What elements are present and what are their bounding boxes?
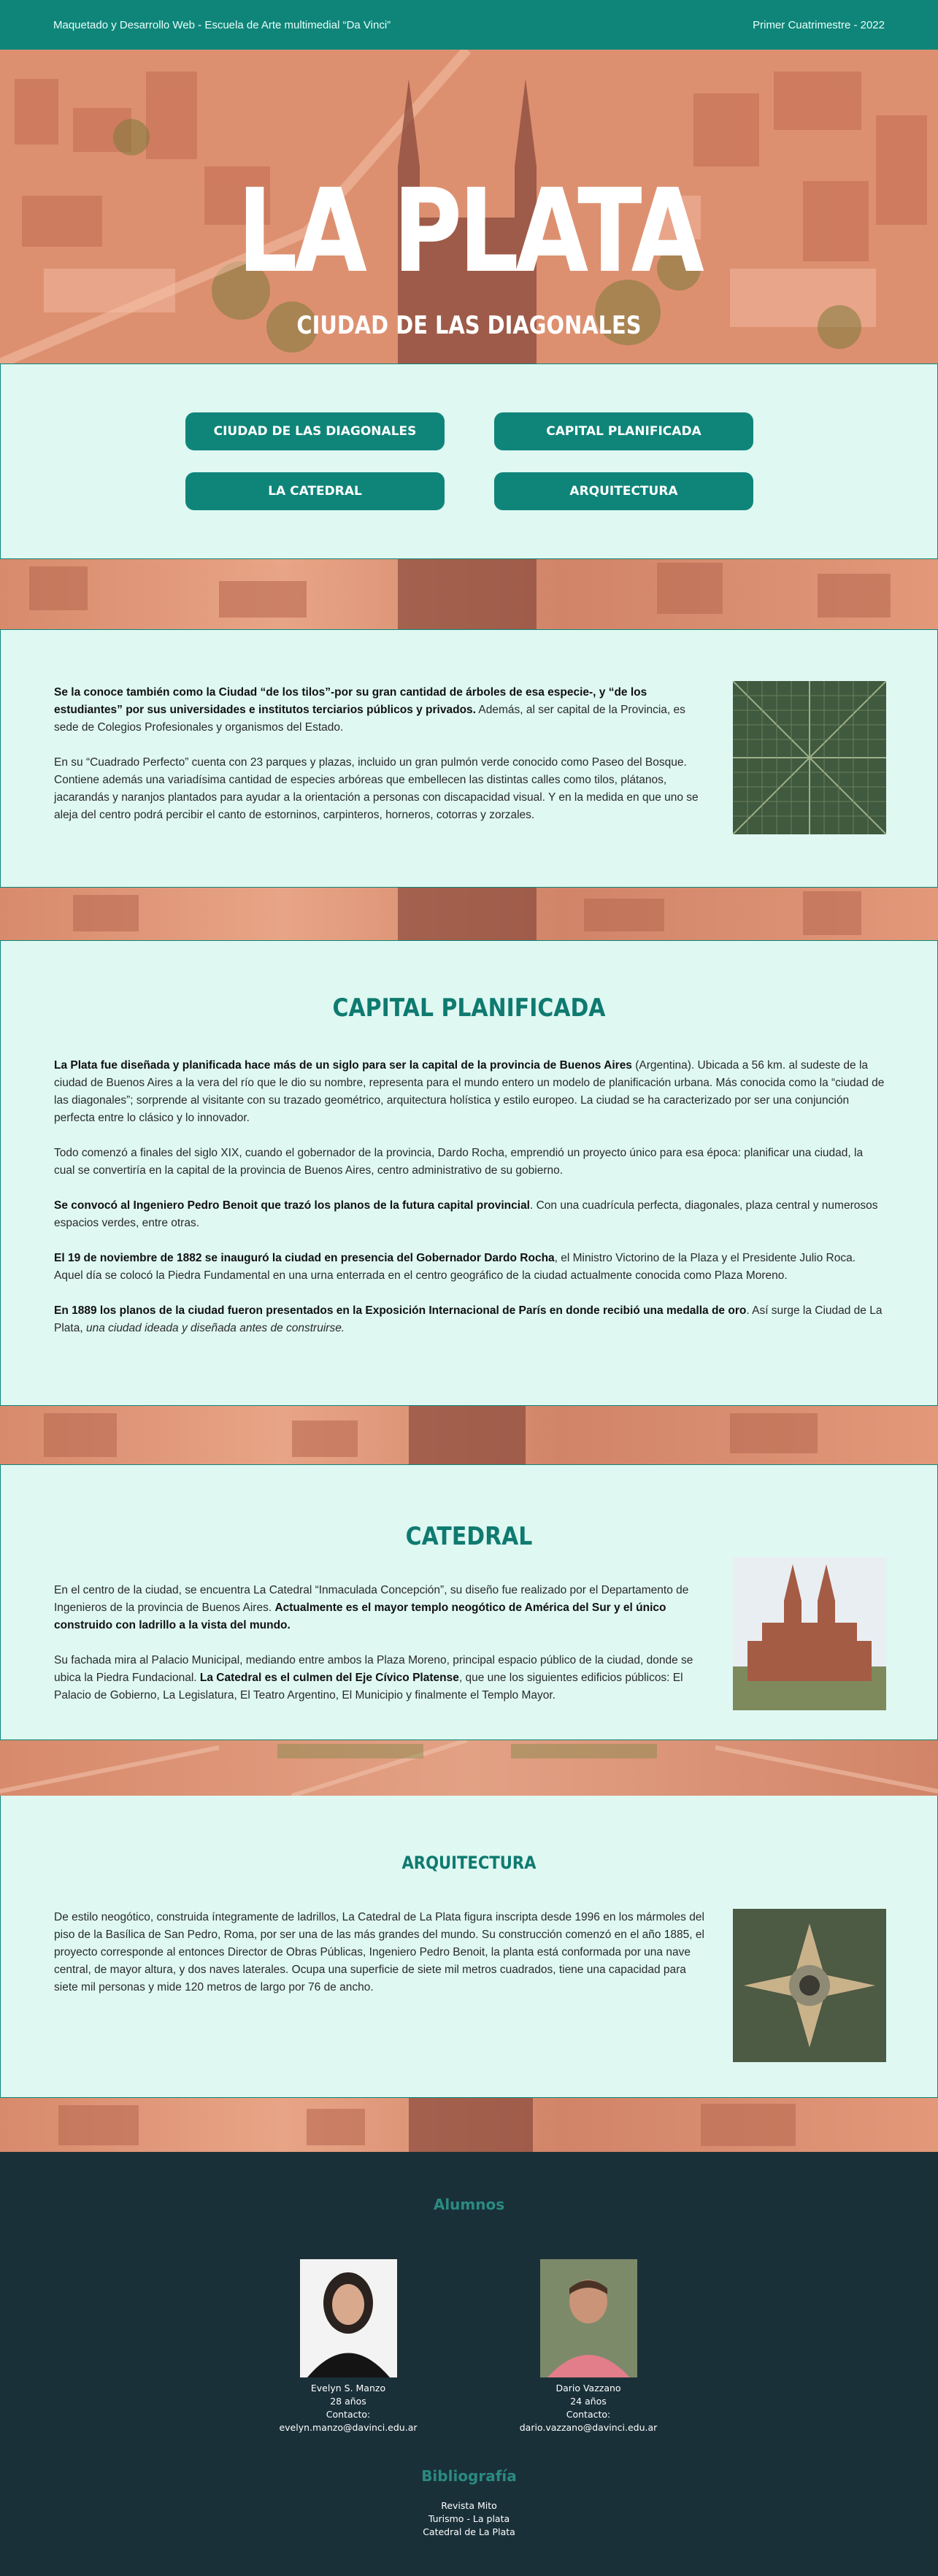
intro-paragraph-2: En su “Cuadrado Perfecto” cuenta con 23 … [54,756,699,821]
student-contact-1[interactable]: Contacto: evelyn.manzo@davinci.edu.ar [261,2408,436,2434]
capital-paragraph-4: El 19 de noviembre de 1882 se inauguró l… [54,1252,856,1282]
footer: Alumnos Evelyn S. Manzo 28 años Contacto… [0,2152,938,2576]
student-card-2: Dario Vazzano 24 años Contacto: dario.va… [501,2259,676,2434]
bibliography-item[interactable]: Catedral de La Plata [0,2526,938,2539]
hero-banner: LA PLATA CIUDAD DE LAS DIAGONALES [0,50,938,364]
capital-paragraph-5: En 1889 los planos de la ciudad fueron p… [54,1304,883,1334]
city-strip-image [0,1406,938,1464]
city-strip-image [0,559,938,629]
capital-paragraph-1: La Plata fue diseñada y planificada hace… [54,1059,885,1124]
student-contact-2[interactable]: Contacto: dario.vazzano@davinci.edu.ar [501,2408,676,2434]
student-name-2: Dario Vazzano [556,2383,621,2394]
cathedral-aerial-photo [733,1909,886,2062]
student-name-1: Evelyn S. Manzo [310,2383,386,2394]
nav-button-diagonales[interactable]: CIUDAD DE LAS DIAGONALES [185,412,445,450]
section-navigation: CIUDAD DE LAS DIAGONALES CAPITAL PLANIFI… [0,364,938,559]
city-map-image [733,681,886,834]
capital-title: CAPITAL PLANIFICADA [332,993,606,1023]
top-bar: Maquetado y Desarrollo Web - Escuela de … [0,0,938,50]
student-age-1: 28 años [330,2396,366,2407]
nav-button-arquitectura[interactable]: ARQUITECTURA [494,472,753,510]
intro-paragraph-1: Se la conoce también como la Ciudad “de … [54,686,685,734]
arquitectura-paragraph: De estilo neogótico, construida íntegram… [54,1911,704,1993]
bibliografia-heading: Bibliografía [421,2467,517,2485]
plaza-strip-image [0,1740,938,1796]
cathedral-photo [733,1557,886,1710]
city-strip-image [0,888,938,940]
semester-label: Primer Cuatrimestre - 2022 [753,18,885,31]
bibliography-list: Revista Mito Turismo - La plata Catedral… [0,2499,938,2539]
student-photo-1 [299,2259,397,2377]
bibliography-item[interactable]: Revista Mito [0,2499,938,2512]
arquitectura-title: ARQUITECTURA [401,1853,537,1873]
student-card-1: Evelyn S. Manzo 28 años Contacto: evelyn… [261,2259,436,2434]
arquitectura-section: ARQUITECTURA De estilo neogótico, constr… [0,1796,938,2098]
catedral-title: CATEDRAL [405,1522,533,1551]
student-age-2: 24 años [570,2396,607,2407]
capital-paragraph-2: Todo comenzó a finales del siglo XIX, cu… [54,1147,864,1177]
course-title: Maquetado y Desarrollo Web - Escuela de … [53,18,391,31]
city-strip-image [0,2098,938,2152]
bibliography-item[interactable]: Turismo - La plata [0,2512,938,2526]
nav-button-catedral[interactable]: LA CATEDRAL [185,472,445,510]
alumnos-heading: Alumnos [433,2196,505,2213]
catedral-paragraph-2: Su fachada mira al Palacio Municipal, me… [54,1654,693,1702]
capital-paragraph-3: Se convocó al Ingeniero Pedro Benoit que… [54,1199,878,1229]
catedral-paragraph-1: En el centro de la ciudad, se encuentra … [54,1584,689,1631]
catedral-section: CATEDRAL En el centro de la ciudad, se e… [0,1464,938,1740]
hero-title: LA PLATA [237,164,704,299]
hero-subtitle: CIUDAD DE LAS DIAGONALES [296,311,642,340]
student-photo-2 [539,2259,637,2377]
intro-section: Se la conoce también como la Ciudad “de … [0,629,938,888]
nav-button-capital[interactable]: CAPITAL PLANIFICADA [494,412,753,450]
capital-section: CAPITAL PLANIFICADA La Plata fue diseñad… [0,940,938,1406]
